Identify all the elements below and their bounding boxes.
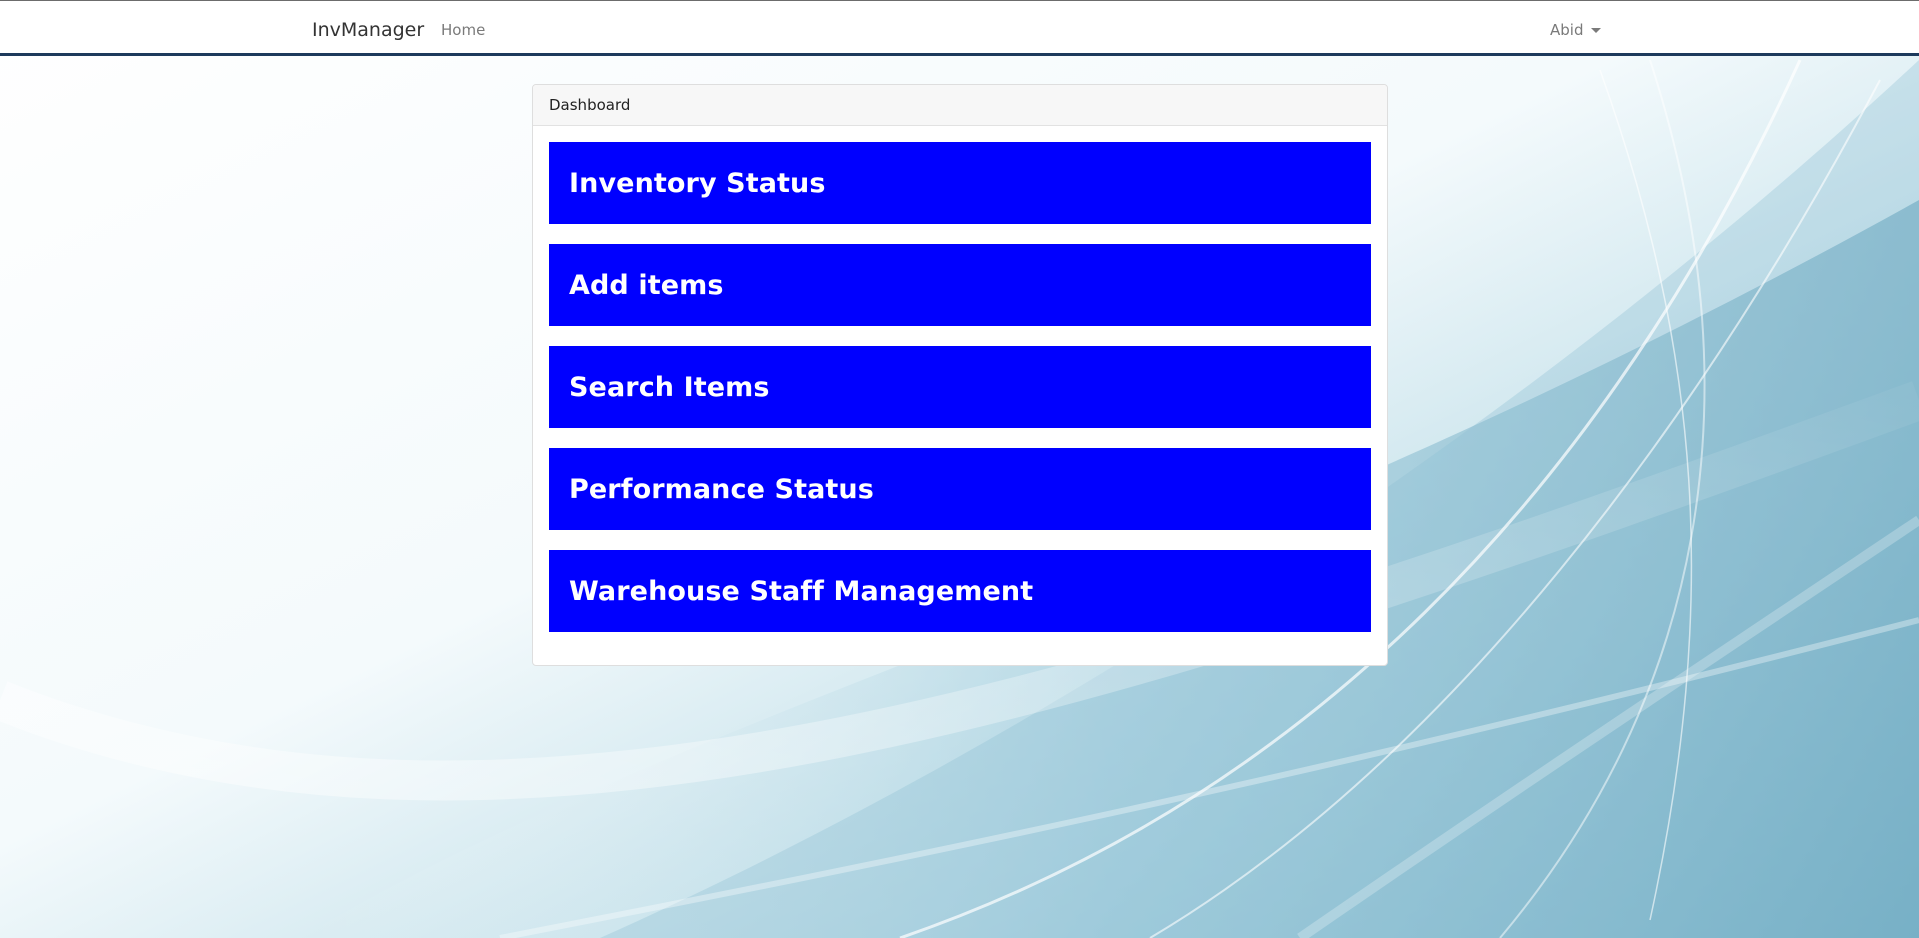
card-header: Dashboard	[533, 85, 1387, 126]
inventory-status-button[interactable]: Inventory Status	[549, 142, 1371, 224]
user-dropdown[interactable]: Abid	[1550, 20, 1602, 40]
user-name: Abid	[1550, 21, 1584, 39]
brand-link[interactable]: InvManager	[312, 18, 424, 42]
performance-status-button[interactable]: Performance Status	[549, 448, 1371, 530]
add-items-button[interactable]: Add items	[549, 244, 1371, 326]
caret-down-icon	[1591, 27, 1602, 33]
nav-home-link[interactable]: Home	[441, 20, 485, 40]
top-navbar: InvManager Home Abid	[0, 0, 1919, 56]
dashboard-card: Dashboard Inventory Status Add items Sea…	[532, 84, 1388, 666]
search-items-button[interactable]: Search Items	[549, 346, 1371, 428]
card-body: Inventory Status Add items Search Items …	[533, 126, 1387, 632]
warehouse-staff-management-button[interactable]: Warehouse Staff Management	[549, 550, 1371, 632]
